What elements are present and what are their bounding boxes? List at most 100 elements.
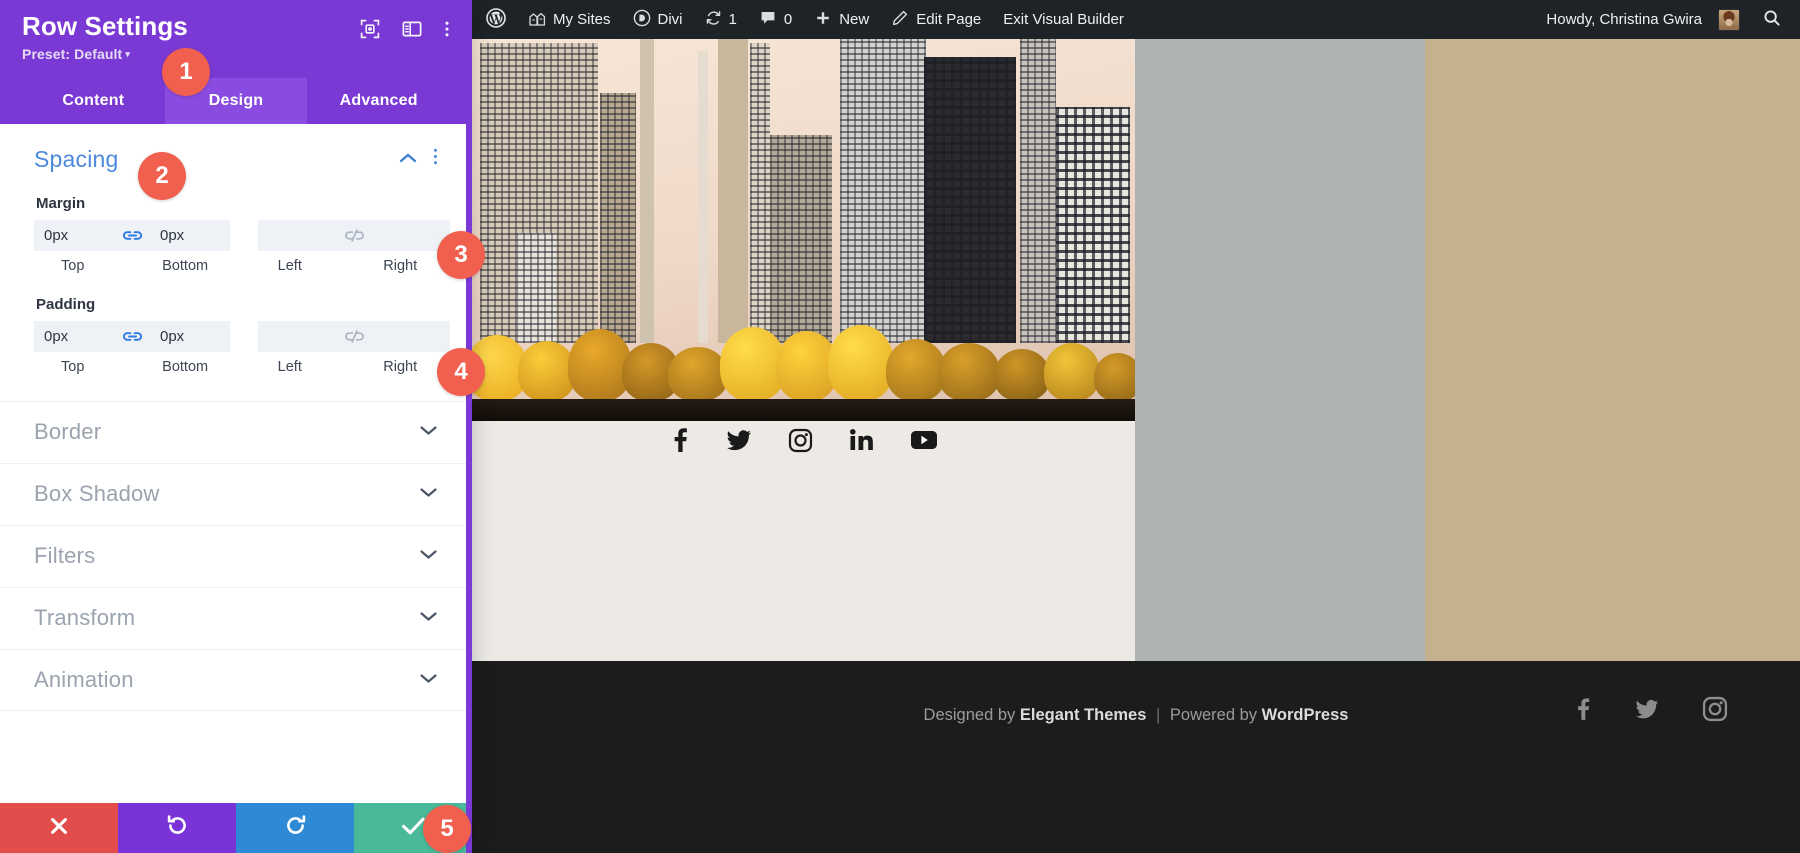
step-badge-2: 2	[138, 152, 186, 200]
step-badge-4: 4	[437, 348, 485, 396]
screen-root: My Sites Divi 1 0 New	[0, 0, 1800, 853]
building	[1020, 39, 1056, 343]
padding-labels-row: Top Bottom Left Right	[34, 359, 438, 375]
design-accordion: Border Box Shadow Filters	[0, 401, 472, 711]
instagram-icon[interactable]	[1702, 696, 1728, 727]
footer-wordpress-link[interactable]: WordPress	[1262, 706, 1349, 724]
redo-button[interactable]	[236, 803, 354, 853]
accordion-item-transform[interactable]: Transform	[0, 587, 472, 649]
sites-icon	[528, 9, 546, 31]
accordion-item-box-shadow[interactable]: Box Shadow	[0, 463, 472, 525]
admin-bar-item-exit-visual-builder[interactable]: Exit Visual Builder	[992, 0, 1135, 39]
step-badge-1-label: 1	[179, 58, 192, 86]
admin-bar-label-divi: Divi	[658, 11, 683, 28]
spacing-section: Spacing Margin 0px	[0, 124, 472, 375]
linkedin-icon[interactable]	[849, 429, 874, 456]
chevron-up-icon[interactable]	[399, 151, 415, 167]
step-badge-4-label: 4	[454, 358, 467, 386]
step-badge-3-label: 3	[454, 241, 467, 269]
tab-advanced[interactable]: Advanced	[307, 78, 450, 124]
link-off-icon[interactable]	[336, 220, 372, 251]
accordion-item-animation[interactable]: Animation	[0, 649, 472, 711]
close-icon	[48, 815, 70, 842]
step-badge-5-label: 5	[440, 815, 453, 843]
ground-strip	[472, 399, 1135, 421]
tab-content[interactable]: Content	[22, 78, 165, 124]
admin-bar-item-my-sites[interactable]: My Sites	[517, 0, 622, 39]
kebab-menu-icon[interactable]	[444, 19, 450, 39]
tan-block[interactable]	[1425, 39, 1800, 661]
admin-bar-label-new: New	[839, 11, 869, 28]
link-off-icon[interactable]	[336, 321, 372, 352]
margin-right-label: Right	[362, 258, 438, 274]
padding-fields-row: 0px 0px	[34, 321, 438, 352]
instagram-icon[interactable]	[788, 428, 813, 458]
wordpress-icon	[486, 8, 506, 32]
tree-row	[472, 323, 1135, 401]
footer-elegant-themes-link[interactable]: Elegant Themes	[1020, 706, 1147, 724]
page-footer: Designed by Elegant Themes | Powered by …	[472, 661, 1800, 853]
divi-icon	[633, 9, 651, 31]
undo-button[interactable]	[118, 803, 236, 853]
accordion-item-filters[interactable]: Filters	[0, 525, 472, 587]
howdy-label: Howdy, Christina Gwira	[1546, 11, 1702, 28]
hero-image[interactable]	[472, 39, 1135, 421]
padding-right-label: Right	[362, 359, 438, 375]
youtube-icon[interactable]	[910, 430, 938, 455]
padding-left-input[interactable]	[258, 321, 336, 352]
building	[750, 43, 770, 343]
panel-preset-selector[interactable]: Preset: Default▾	[22, 46, 188, 62]
avatar	[1718, 9, 1740, 31]
building	[770, 135, 832, 343]
twitter-icon[interactable]	[1634, 697, 1660, 726]
twitter-icon[interactable]	[726, 427, 752, 458]
footer-designed-by: Designed by	[924, 706, 1016, 724]
padding-group-label: Padding	[36, 296, 438, 313]
margin-top-input[interactable]: 0px	[34, 220, 114, 251]
wp-admin-bar: My Sites Divi 1 0 New	[472, 0, 1800, 39]
link-on-icon[interactable]	[114, 220, 150, 251]
admin-bar-item-comments[interactable]: 0	[748, 0, 803, 39]
admin-bar-search-button[interactable]	[1751, 0, 1800, 39]
focus-icon[interactable]	[360, 19, 380, 39]
facebook-icon[interactable]	[669, 427, 690, 458]
admin-bar-label-my-sites: My Sites	[553, 11, 611, 28]
admin-bar-item-new[interactable]: New	[803, 0, 880, 39]
margin-bottom-input[interactable]: 0px	[150, 220, 230, 251]
link-on-icon[interactable]	[114, 321, 150, 352]
admin-bar-howdy[interactable]: Howdy, Christina Gwira	[1532, 0, 1751, 39]
margin-bottom-label: Bottom	[146, 258, 224, 274]
layout-split-icon[interactable]	[402, 19, 422, 39]
wordpress-logo-button[interactable]	[472, 0, 517, 39]
cancel-button[interactable]	[0, 803, 118, 853]
step-badge-2-label: 2	[155, 162, 168, 190]
admin-bar-label-edit-page: Edit Page	[916, 11, 981, 28]
search-icon	[1762, 8, 1782, 32]
accordion-label-filters: Filters	[34, 543, 95, 569]
margin-left-input[interactable]	[258, 220, 336, 251]
step-badge-3: 3	[437, 231, 485, 279]
panel-scroll-area: Spacing Margin 0px	[0, 124, 472, 803]
accordion-item-border[interactable]: Border	[0, 401, 472, 463]
accordion-label-transform: Transform	[34, 605, 135, 631]
footer-powered-by: Powered by	[1170, 706, 1257, 724]
admin-bar-label-exit-visual-builder: Exit Visual Builder	[1003, 11, 1124, 28]
admin-bar-item-updates[interactable]: 1	[694, 0, 748, 39]
padding-right-input[interactable]	[372, 321, 450, 352]
padding-bottom-input[interactable]: 0px	[150, 321, 230, 352]
building	[718, 39, 748, 343]
admin-bar-item-divi[interactable]: Divi	[622, 0, 694, 39]
chevron-down-icon	[419, 547, 438, 565]
admin-bar-item-edit-page[interactable]: Edit Page	[880, 0, 992, 39]
accordion-label-border: Border	[34, 419, 101, 445]
social-follow-module	[472, 427, 1135, 458]
padding-top-input[interactable]: 0px	[34, 321, 114, 352]
building	[698, 51, 708, 343]
spacing-options-kebab-icon[interactable]	[433, 148, 438, 170]
grey-block[interactable]	[1135, 39, 1425, 661]
facebook-icon[interactable]	[1573, 696, 1592, 727]
margin-top-label: Top	[34, 258, 112, 274]
footer-separator: |	[1156, 706, 1160, 724]
spacing-section-title[interactable]: Spacing	[34, 146, 119, 173]
building-windows	[924, 57, 1016, 343]
